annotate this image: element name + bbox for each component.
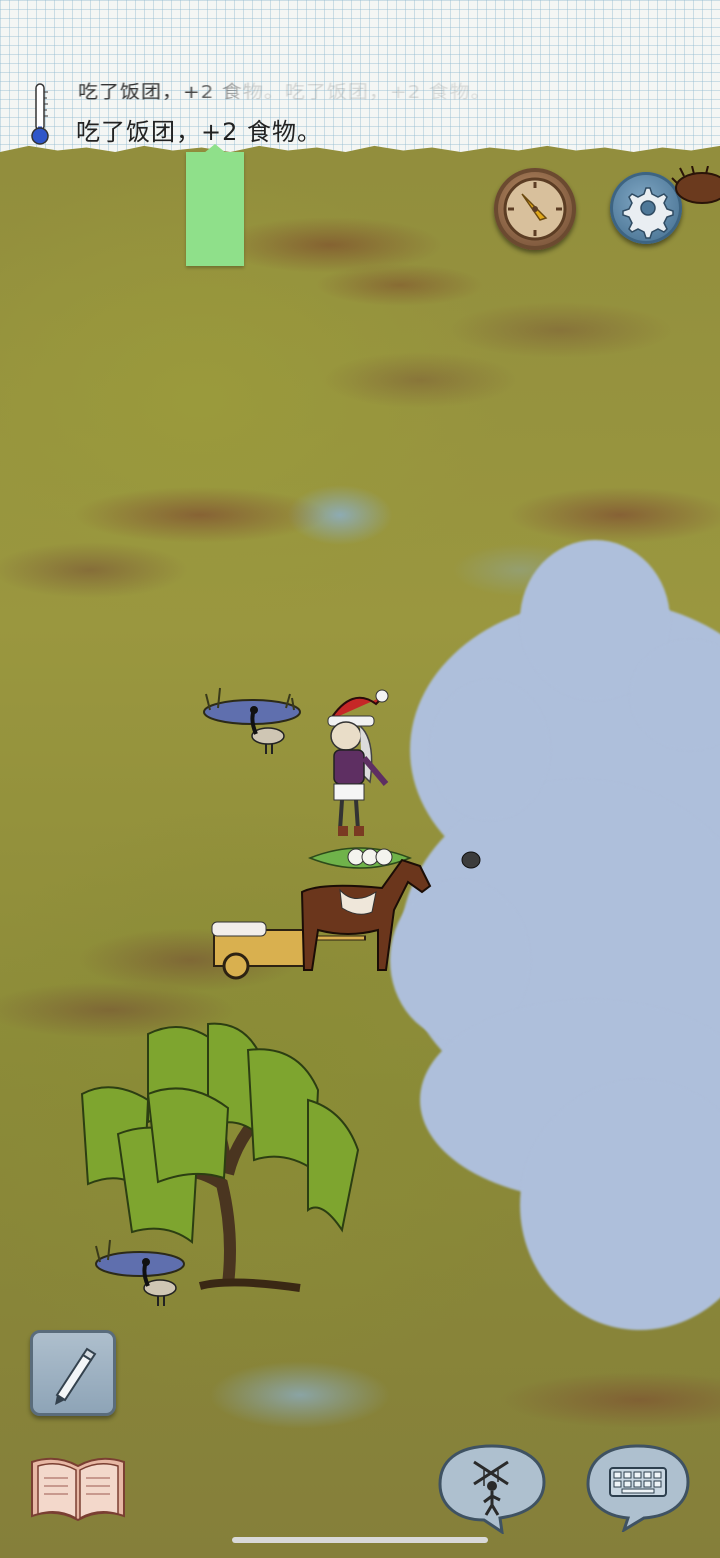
compass-button[interactable] — [494, 168, 576, 250]
pond-with-goose[interactable] — [88, 1232, 192, 1308]
status-message: 吃了饭团，+2 食物。 — [76, 118, 323, 146]
previous-messages-faded: 吃了饭团，+2 食物。吃了饭团，+2 食物。 — [78, 80, 492, 101]
message-notebook: 吃了饭团，+2 食物。吃了饭团，+2 食物。 吃了饭团，+2 食物。 — [0, 0, 720, 152]
puppet-icon — [438, 1444, 546, 1534]
player-character[interactable] — [320, 688, 396, 840]
horse-cart[interactable] — [208, 842, 446, 982]
keyboard-icon — [586, 1444, 690, 1532]
pond-with-goose[interactable] — [196, 680, 308, 760]
pencil-button[interactable] — [30, 1330, 116, 1416]
thermometer-icon — [31, 83, 49, 145]
hedgehog[interactable] — [668, 166, 720, 206]
pencil-icon — [55, 1347, 97, 1405]
home-indicator[interactable] — [232, 1537, 488, 1543]
open-book-icon — [31, 1457, 125, 1522]
sticky-note-tab[interactable] — [186, 144, 244, 266]
compass-icon — [503, 177, 567, 241]
keyboard-button[interactable] — [584, 1440, 692, 1532]
journal-button[interactable] — [28, 1452, 128, 1524]
stone[interactable] — [460, 850, 482, 870]
puppet-button[interactable] — [436, 1440, 548, 1534]
